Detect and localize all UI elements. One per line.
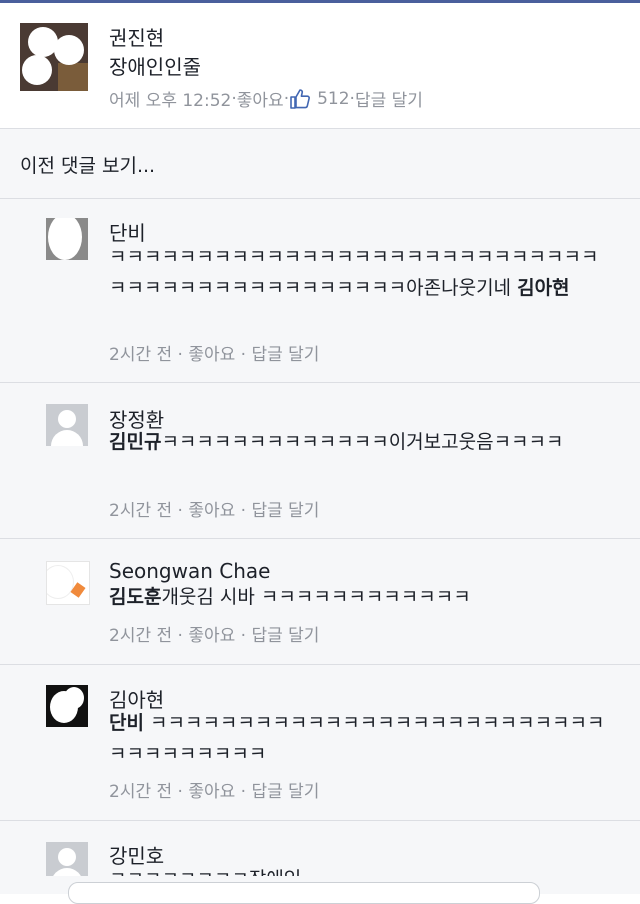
mention-tag[interactable]: 김아현 [517,277,569,299]
commenter-avatar[interactable] [46,685,88,727]
post-like-count[interactable]: 512 [317,89,349,109]
post-meta: 어제 오후 12:52 · 좋아요 · 512 · 답글 달기 [109,86,423,112]
divider [0,128,640,129]
commenter-name[interactable]: Seongwan Chae [109,559,270,583]
commenter-avatar[interactable] [46,218,88,260]
view-previous-comments-link[interactable]: 이전 댓글 보기... [20,151,155,178]
post-time[interactable]: 어제 오후 12:52 [109,86,231,111]
post-like-button[interactable]: 좋아요 [237,86,284,111]
post-author-name[interactable]: 권진현 [109,22,164,51]
mention-tag[interactable]: 김민규 [109,431,161,453]
post-text: 장애인인줄 [109,55,201,79]
divider [0,198,640,199]
comment-text: 김도훈개웃김 시바 ㅋㅋㅋㅋㅋㅋㅋㅋㅋㅋㅋㅋ [109,582,609,613]
divider [0,664,640,665]
commenter-avatar[interactable] [46,561,90,605]
comment-text: ㅋㅋㅋㅋㅋㅋㅋㅋㅋㅋㅋㅋㅋㅋㅋㅋㅋㅋㅋㅋㅋㅋㅋㅋㅋㅋㅋㅋㅋㅋㅋㅋㅋㅋㅋㅋㅋㅋㅋㅋ… [109,242,609,304]
default-avatar-icon[interactable] [46,404,88,446]
comment-meta[interactable]: 2시간 전 · 좋아요 · 답글 달기 [109,340,319,365]
comment-text: 김민규ㅋㅋㅋㅋㅋㅋㅋㅋㅋㅋㅋㅋㅋ이거보고웃음ㅋㅋㅋㅋ [109,427,609,458]
divider [0,382,640,383]
divider [0,538,640,539]
thumbs-up-icon [290,88,311,109]
post-reply-button[interactable]: 답글 달기 [355,86,423,111]
comment-meta[interactable]: 2시간 전 · 좋아요 · 답글 달기 [109,621,319,646]
comment-text: 단비 ㅋㅋㅋㅋㅋㅋㅋㅋㅋㅋㅋㅋㅋㅋㅋㅋㅋㅋㅋㅋㅋㅋㅋㅋㅋㅋㅋㅋㅋㅋㅋㅋㅋㅋㅋ [109,708,609,770]
comment-body: ㅋㅋㅋㅋㅋㅋㅋㅋㅋㅋㅋㅋㅋ이거보고웃음ㅋㅋㅋㅋ [161,431,564,453]
mention-tag[interactable]: 단비 [109,712,144,734]
comment-input[interactable] [68,882,540,904]
divider [0,820,640,821]
comment-body: 개웃김 시바 ㅋㅋㅋㅋㅋㅋㅋㅋㅋㅋㅋㅋ [161,586,471,608]
comment-meta[interactable]: 2시간 전 · 좋아요 · 답글 달기 [109,496,319,521]
mention-tag[interactable]: 김도훈 [109,586,161,608]
post-author-avatar[interactable] [20,23,88,91]
comment-body: ㅋㅋㅋㅋㅋㅋㅋㅋㅋㅋㅋㅋㅋㅋㅋㅋㅋㅋㅋㅋㅋㅋㅋㅋㅋㅋㅋㅋㅋㅋㅋㅋㅋㅋㅋ [109,712,605,765]
post-header: 권진현 장애인인줄 어제 오후 12:52 · 좋아요 · 512 · 답글 달… [0,3,640,128]
comment-meta[interactable]: 2시간 전 · 좋아요 · 답글 달기 [109,777,319,802]
